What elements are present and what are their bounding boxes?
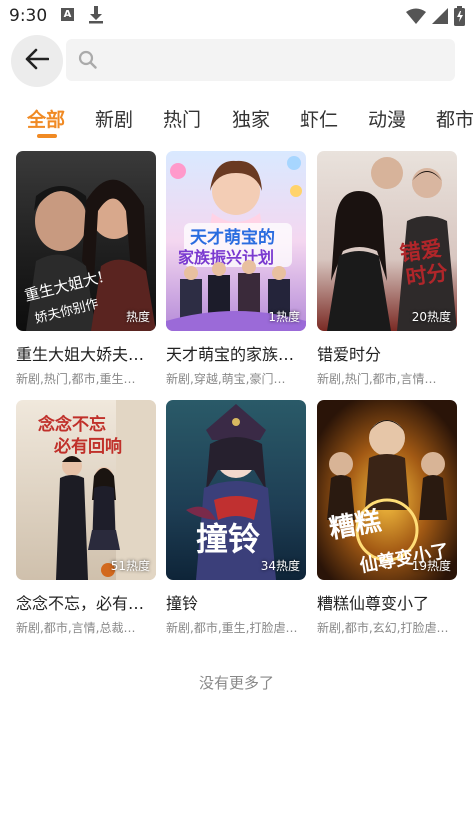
- card-tags: 新剧,都市,言情,总裁…: [16, 621, 136, 635]
- status-right-icons: [406, 6, 465, 30]
- card-tags: 新剧,热门,都市,言情…: [317, 372, 437, 386]
- poster-image: 念念不忘 必有回响 51热度: [16, 400, 156, 580]
- heat-count: 20热度: [411, 310, 451, 324]
- card-tags: 新剧,都市,玄幻,打脸虐…: [317, 621, 449, 635]
- svg-text:念念不忘: 念念不忘: [38, 414, 106, 435]
- search-icon: [78, 50, 97, 73]
- tab-new[interactable]: 新剧: [95, 105, 133, 132]
- arrow-left-icon: [25, 48, 50, 74]
- accessibility-notification-icon: A: [61, 8, 74, 21]
- search-input[interactable]: [66, 39, 455, 81]
- drama-card[interactable]: 糟糕 仙尊变小了 19热度 糟糕仙尊变小了 新剧,都市,玄幻,打脸虐…: [317, 400, 457, 636]
- tab-active-indicator: [37, 134, 57, 138]
- status-bar: 9:30 A: [0, 0, 473, 32]
- drama-card[interactable]: 撞铃 34热度 撞铃 新剧,都市,重生,打脸虐…: [166, 400, 306, 636]
- poster-image: 重生大姐大! 娇夫你别作 热度: [16, 151, 156, 331]
- heat-count: 1热度: [268, 310, 300, 324]
- card-title: 错爱时分: [317, 345, 382, 364]
- signal-icon: [432, 8, 448, 28]
- battery-charging-icon: [454, 6, 465, 30]
- tab-urban[interactable]: 都市: [436, 105, 473, 132]
- drama-card[interactable]: 天才萌宝的 家族振兴计划 1热度 天才萌宝的家族… 新剧,穿越,萌宝,豪门…: [166, 151, 306, 387]
- heat-count: 51热度: [110, 559, 150, 573]
- category-tabs: 全部 新剧 热门 独家 虾仁 动漫 都市: [0, 100, 473, 142]
- poster-image: 错爱 时分 20热度: [317, 151, 457, 331]
- back-button[interactable]: [11, 35, 63, 87]
- heat-count: 34热度: [260, 559, 300, 573]
- poster-image: 天才萌宝的 家族振兴计划 1热度: [166, 151, 306, 331]
- tab-hot[interactable]: 热门: [163, 105, 201, 132]
- card-title: 重生大姐大娇夫…: [16, 345, 145, 364]
- wifi-icon: [406, 8, 426, 28]
- poster-image: 撞铃 34热度: [166, 400, 306, 580]
- card-title: 撞铃: [166, 594, 199, 613]
- tab-anime[interactable]: 动漫: [368, 105, 406, 132]
- svg-text:天才萌宝的: 天才萌宝的: [190, 227, 275, 248]
- tab-all[interactable]: 全部: [27, 105, 65, 132]
- svg-text:家族振兴计划: 家族振兴计划: [178, 248, 274, 267]
- drama-card[interactable]: 重生大姐大! 娇夫你别作 热度 重生大姐大娇夫… 新剧,热门,都市,重生…: [16, 151, 156, 387]
- download-icon: [89, 6, 103, 28]
- card-title: 念念不忘，必有…: [16, 594, 145, 613]
- card-tags: 新剧,都市,重生,打脸虐…: [166, 621, 298, 635]
- drama-card[interactable]: 念念不忘 必有回响 51热度 念念不忘，必有… 新剧,都市,言情,总裁…: [16, 400, 156, 636]
- no-more-text: 没有更多了: [198, 674, 274, 692]
- drama-card[interactable]: 错爱 时分 20热度 错爱时分 新剧,热门,都市,言情…: [317, 151, 457, 387]
- card-tags: 新剧,热门,都市,重生…: [16, 372, 136, 386]
- status-time: 9:30: [9, 6, 48, 26]
- card-title: 糟糕仙尊变小了: [317, 594, 430, 613]
- card-title: 天才萌宝的家族…: [166, 345, 295, 364]
- tab-exclusive[interactable]: 独家: [232, 105, 270, 132]
- card-tags: 新剧,穿越,萌宝,豪门…: [166, 372, 286, 386]
- poster-image: 糟糕 仙尊变小了 19热度: [317, 400, 457, 580]
- heat-count: 19热度: [411, 559, 451, 573]
- svg-text:撞铃: 撞铃: [196, 520, 260, 558]
- tab-xiaren[interactable]: 虾仁: [300, 105, 338, 132]
- svg-text:必有回响: 必有回响: [53, 436, 122, 457]
- heat-count: 热度: [125, 310, 150, 324]
